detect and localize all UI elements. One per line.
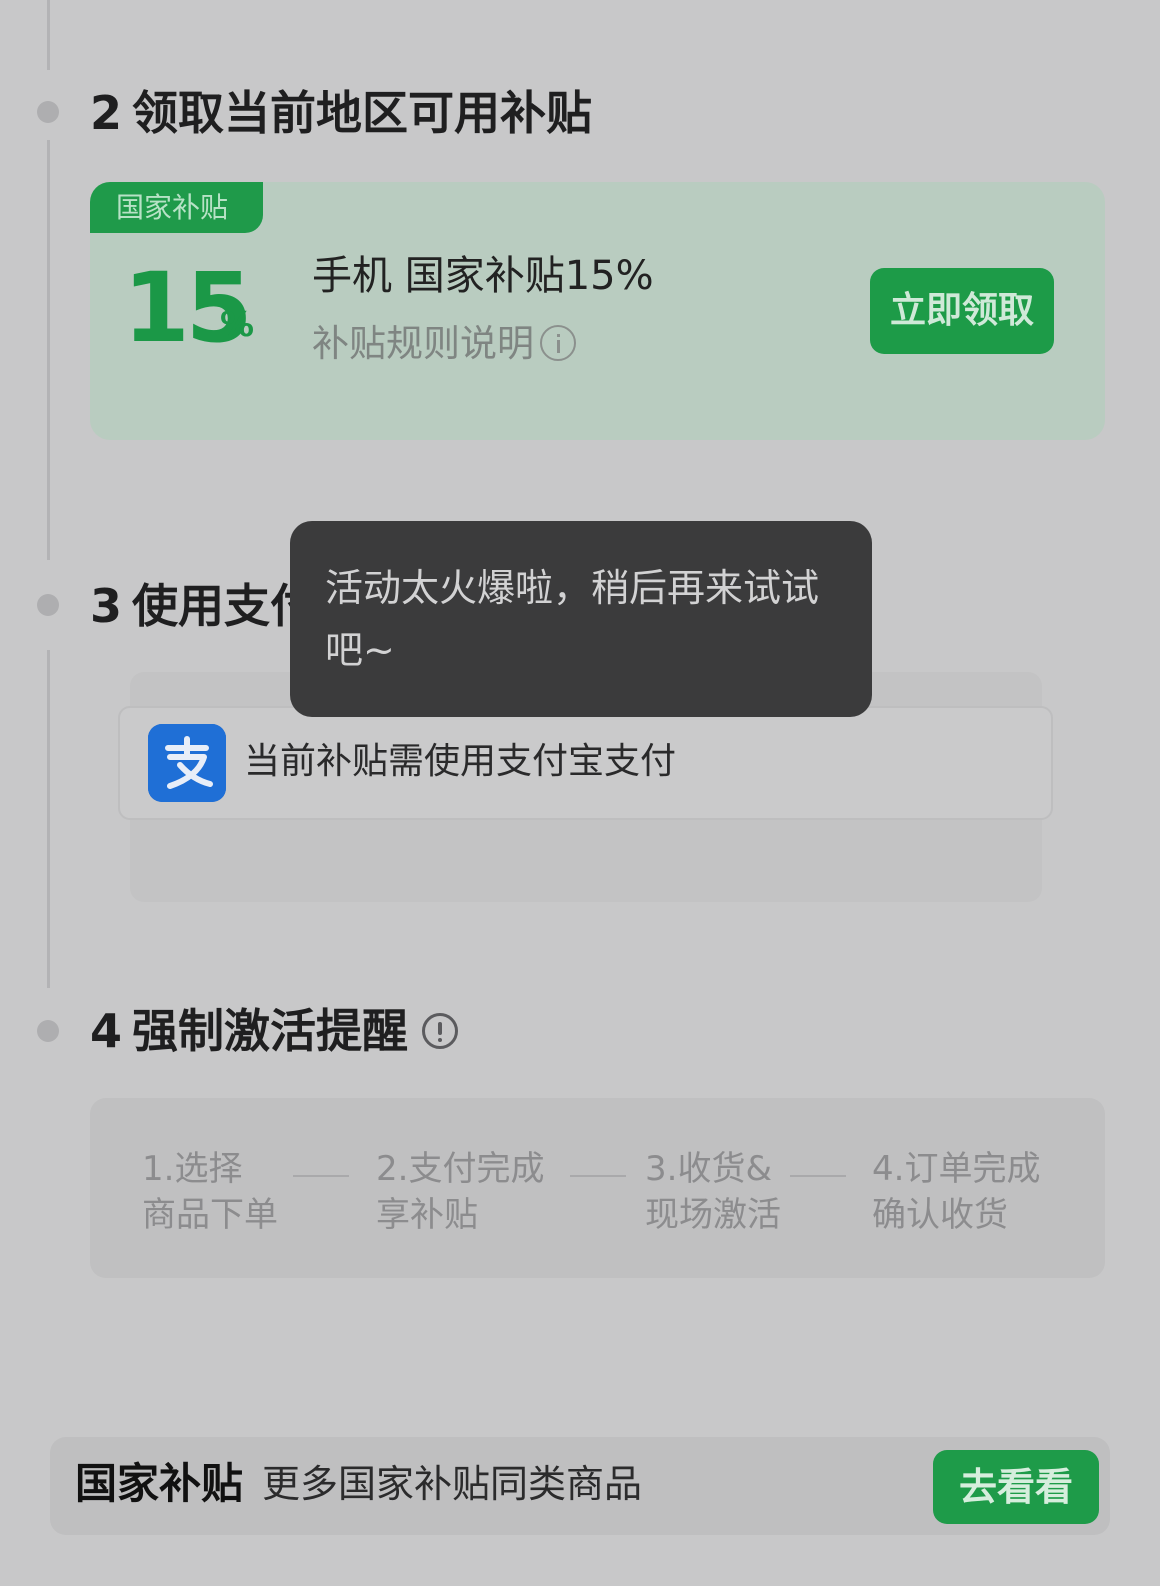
info-icon: [540, 324, 576, 361]
alipay-notice: 当前补贴需使用支付宝支付: [244, 741, 677, 782]
timeline-line-mid: [47, 140, 50, 560]
flow-connector: [790, 1175, 846, 1177]
subsidy-rule-link[interactable]: 补贴规则说明: [312, 322, 576, 365]
go-see-button[interactable]: 去看看: [933, 1450, 1099, 1524]
flow-step-3: 3.收货& 现场激活: [645, 1146, 781, 1238]
flow-step-4: 4.订单完成 确认收货: [872, 1146, 1040, 1238]
step-3-dot: [37, 594, 59, 616]
subsidy-name: 手机 国家补贴15%: [312, 253, 654, 299]
flow-step-2-line1: 2.支付完成: [376, 1149, 545, 1189]
flow-step-1-line1: 1.选择: [142, 1149, 243, 1189]
flow-step-1-line2: 商品下单: [142, 1195, 278, 1235]
subsidy-card: 国家补贴 15 % 手机 国家补贴15% 补贴规则说明 立即领取: [90, 182, 1105, 440]
subsidy-percent-sign: %: [220, 305, 255, 345]
flow-step-1: 1.选择 商品下单: [142, 1146, 278, 1238]
step-4-label: 强制激活提醒: [132, 1004, 409, 1058]
timeline-line-top: [47, 0, 50, 70]
alert-info-icon[interactable]: [422, 1012, 459, 1049]
toast-message: 活动太火爆啦，稍后再来试试吧~: [290, 521, 872, 717]
step-3-number: 3: [90, 579, 123, 633]
timeline-line-lower: [47, 650, 50, 988]
step-4-title: 4 强制激活提醒: [90, 1008, 459, 1054]
activation-flow-card: 1.选择 商品下单 2.支付完成 享补贴 3.收货& 现场激活 4.订单完成 确…: [90, 1098, 1105, 1278]
claim-button[interactable]: 立即领取: [870, 268, 1054, 354]
subsidy-tag: 国家补贴: [90, 182, 263, 233]
bottom-brand: 国家补贴: [75, 1459, 244, 1508]
step-2-label: 领取当前地区可用补贴: [132, 86, 593, 140]
flow-step-4-line1: 4.订单完成: [872, 1149, 1041, 1189]
alipay-logo-icon: [148, 724, 226, 802]
bottom-description: 更多国家补贴同类商品: [262, 1462, 643, 1506]
flow-step-2-line2: 享补贴: [376, 1195, 478, 1235]
flow-connector: [293, 1175, 349, 1177]
flow-step-4-line2: 确认收货: [872, 1195, 1008, 1235]
flow-connector: [570, 1175, 626, 1177]
flow-step-3-line2: 现场激活: [645, 1195, 781, 1235]
step-2-dot: [37, 101, 59, 123]
flow-step-3-line1: 3.收货&: [645, 1149, 772, 1189]
step-2-title: 2 领取当前地区可用补贴: [90, 90, 592, 136]
step-2-number: 2: [90, 86, 123, 140]
step-4-number: 4: [90, 1004, 123, 1058]
step-4-dot: [37, 1020, 59, 1042]
bottom-bar: 国家补贴 更多国家补贴同类商品 去看看: [50, 1437, 1110, 1535]
alipay-card: 当前补贴需使用支付宝支付: [118, 706, 1053, 820]
flow-step-2: 2.支付完成 享补贴: [376, 1146, 544, 1238]
subsidy-rule-label: 补贴规则说明: [312, 322, 534, 365]
